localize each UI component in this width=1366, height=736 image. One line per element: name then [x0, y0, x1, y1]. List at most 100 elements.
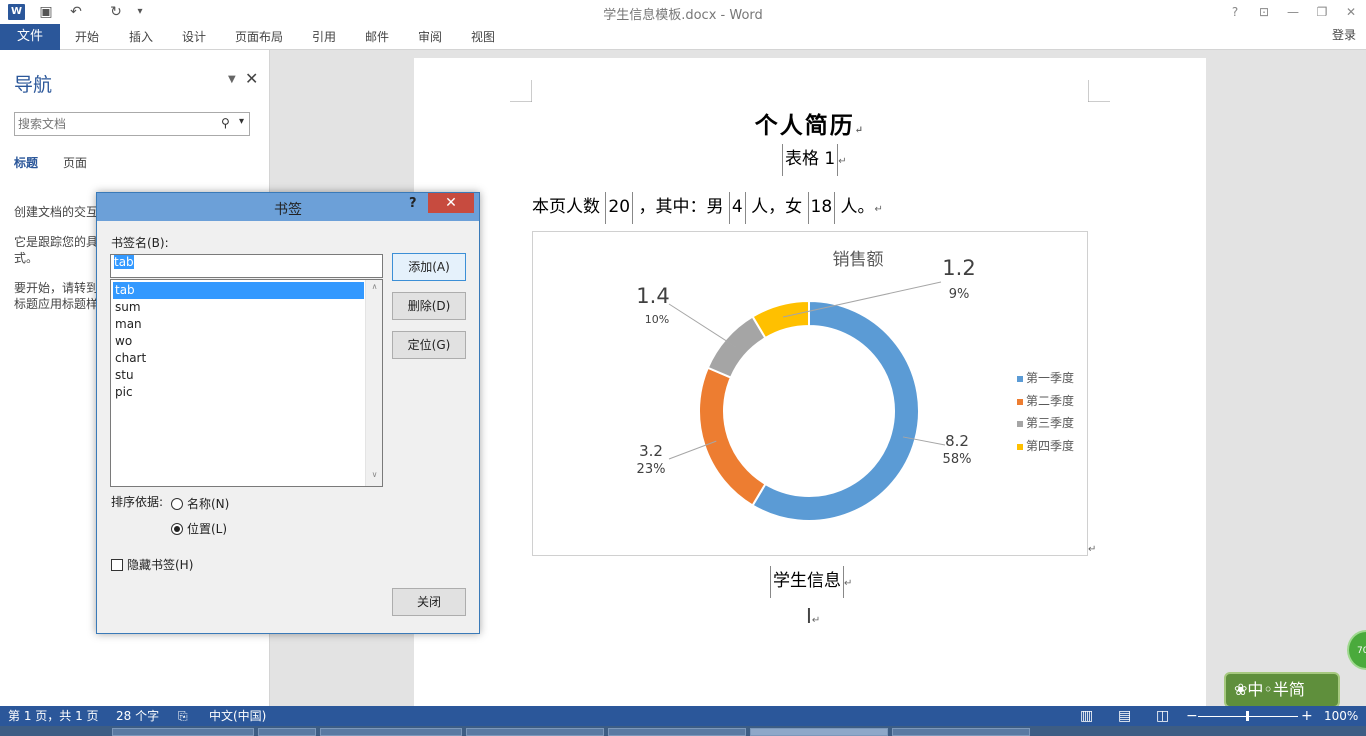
- count-prefix: 本页人数: [532, 197, 606, 217]
- chart-area[interactable]: 销售额 8.2 58% 3.2 23% 1.4 10% 1.2 9% 第一季度 …: [532, 231, 1088, 556]
- help-icon[interactable]: ?: [1224, 3, 1246, 21]
- zoom-in-button[interactable]: +: [1301, 706, 1313, 726]
- chart-para-mark: ↵: [1088, 544, 1097, 555]
- tab-review[interactable]: 审阅: [418, 24, 442, 50]
- search-dropdown-icon[interactable]: ▾: [239, 116, 244, 127]
- male-count: 4: [728, 192, 746, 224]
- close-window-button[interactable]: ✕: [1340, 3, 1362, 21]
- tab-view[interactable]: 视图: [471, 24, 495, 50]
- tab-mailings[interactable]: 邮件: [365, 24, 389, 50]
- margin-corner-top-right: [1088, 80, 1110, 102]
- scroll-down-icon[interactable]: ∨: [366, 470, 383, 479]
- hide-bookmarks-checkbox[interactable]: 隐藏书签(H): [111, 556, 193, 573]
- signin-link[interactable]: 登录: [1332, 24, 1356, 46]
- bookmark-item-stu[interactable]: stu: [113, 367, 364, 384]
- bookmark-item-sum[interactable]: sum: [113, 299, 364, 316]
- title-bar: W ▣ ↶ ↻ ▾ 学生信息模板.docx - Word ? ⊡ — ❐ ✕: [0, 0, 1366, 24]
- donut-slice-4[interactable]: [751, 299, 810, 340]
- tab-references[interactable]: 引用: [312, 24, 336, 50]
- add-button[interactable]: 添加(A): [392, 253, 466, 281]
- nav-search-box[interactable]: ⚲ ▾: [14, 112, 250, 136]
- dialog-help-icon[interactable]: ?: [409, 196, 417, 211]
- bookmark-text: 表格 1: [782, 144, 839, 176]
- data-label-percent-q2: 23%: [636, 462, 666, 477]
- donut-slice-2[interactable]: [698, 366, 767, 507]
- bookmark-item-man[interactable]: man: [113, 316, 364, 333]
- nav-close-icon[interactable]: ✕: [245, 69, 258, 88]
- legend-item-q2: 第二季度: [1017, 392, 1074, 409]
- bookmark-item-tab[interactable]: tab: [113, 282, 364, 299]
- sort-by-name-radio[interactable]: 名称(N): [171, 495, 229, 512]
- dialog-close-icon[interactable]: ✕: [428, 193, 474, 213]
- count-mid-1: ，其中：男: [633, 197, 729, 217]
- bookmark-name-input[interactable]: tab: [110, 254, 383, 278]
- status-bar: 第 1 页，共 1 页 28 个字 ⎘ 中文(中国) ▥ ▤ ◫ − + 100…: [0, 706, 1366, 726]
- document-heading: 个人简历↵: [754, 112, 866, 139]
- close-dialog-button[interactable]: 关闭: [392, 588, 466, 616]
- taskbar-item[interactable]: [112, 728, 254, 736]
- nav-options-icon[interactable]: ▼: [228, 74, 236, 85]
- document-page[interactable]: 个人简历↵ 表格 1 ↵ 本页人数 20 ，其中：男 4 人，女 18 人。↵ 销…: [414, 58, 1206, 718]
- restore-button[interactable]: ❐: [1311, 3, 1333, 21]
- web-layout-icon[interactable]: ◫: [1156, 706, 1169, 726]
- donut-slice-3[interactable]: [706, 315, 767, 379]
- minimize-button[interactable]: —: [1282, 3, 1304, 21]
- bookmark-item-chart[interactable]: chart: [113, 350, 364, 367]
- sort-by-label: 排序依据:: [111, 495, 164, 509]
- data-label-percent-q3: 10%: [644, 313, 670, 326]
- dialog-titlebar[interactable]: 书签 ? ✕: [97, 193, 479, 221]
- tab-design[interactable]: 设计: [182, 24, 206, 50]
- delete-button[interactable]: 删除(D): [392, 292, 466, 320]
- print-layout-icon[interactable]: ▤: [1118, 706, 1131, 726]
- ime-toolbar[interactable]: ❀中◦半简: [1224, 672, 1340, 708]
- zoom-slider-thumb[interactable]: [1246, 711, 1249, 721]
- tab-insert[interactable]: 插入: [129, 24, 153, 50]
- bookmark-list-scrollbar[interactable]: ∧ ∨: [365, 280, 382, 486]
- language-indicator[interactable]: 中文(中国): [209, 706, 266, 726]
- tab-home[interactable]: 开始: [75, 24, 99, 50]
- bookmark-item-wo[interactable]: wo: [113, 333, 364, 350]
- bookmark-dialog: 书签 ? ✕ 书签名(B): tab tab sum man wo chart …: [96, 192, 480, 634]
- bookmark-name-label: 书签名(B):: [111, 236, 169, 250]
- taskbar-item[interactable]: [466, 728, 604, 736]
- legend-item-q3: 第三季度: [1017, 414, 1074, 431]
- data-label-percent-q4: 9%: [948, 287, 970, 302]
- taskbar-item[interactable]: [320, 728, 462, 736]
- workspace: 导航 ▼ ✕ ⚲ ▾ 标题 页面 创建文档的交互 它是跟踪您的具 式。 要开始，…: [0, 50, 1366, 718]
- zoom-level[interactable]: 100%: [1324, 706, 1358, 726]
- nav-tab-pages[interactable]: 页面: [63, 154, 87, 171]
- taskbar-item[interactable]: [892, 728, 1030, 736]
- nav-search-input[interactable]: [15, 113, 215, 135]
- ribbon-display-icon[interactable]: ⊡: [1253, 3, 1275, 21]
- dialog-title: 书签: [274, 202, 302, 218]
- donut-chart: [668, 281, 946, 522]
- goto-button[interactable]: 定位(G): [392, 331, 466, 359]
- page-count[interactable]: 第 1 页，共 1 页: [8, 706, 99, 726]
- nav-tab-headings[interactable]: 标题: [14, 154, 38, 171]
- data-label-percent-q1: 58%: [942, 452, 972, 467]
- tab-file[interactable]: 文件: [0, 24, 60, 50]
- text-cursor-icon: I↵: [806, 604, 821, 628]
- bookmark-list[interactable]: tab sum man wo chart stu pic ∧ ∨: [110, 279, 383, 487]
- bookmark-item-pic[interactable]: pic: [113, 384, 364, 401]
- data-label-value-q2: 3.2: [639, 442, 663, 460]
- student-info-paragraph: 学生信息 ↵: [770, 566, 852, 598]
- taskbar-item[interactable]: [608, 728, 746, 736]
- search-icon[interactable]: ⚲: [221, 116, 230, 130]
- total-count: 20: [605, 192, 634, 224]
- word-count[interactable]: 28 个字: [116, 706, 159, 726]
- tab-page-layout[interactable]: 页面布局: [235, 24, 283, 50]
- ribbon-tabs: 文件 开始 插入 设计 页面布局 引用 邮件 审阅 视图 登录: [0, 24, 1366, 50]
- leader-line-4: [782, 281, 942, 318]
- donut-slice-1[interactable]: [751, 299, 920, 522]
- read-mode-icon[interactable]: ▥: [1080, 706, 1093, 726]
- taskbar-item-active[interactable]: [750, 728, 888, 736]
- data-label-value-q4: 1.2: [942, 256, 976, 280]
- windows-taskbar: [0, 726, 1366, 736]
- sort-by-position-radio[interactable]: 位置(L): [171, 520, 227, 537]
- zoom-out-button[interactable]: −: [1186, 706, 1198, 726]
- taskbar-item[interactable]: [258, 728, 316, 736]
- proofing-icon[interactable]: ⎘: [178, 706, 188, 726]
- female-count: 18: [807, 192, 836, 224]
- scroll-up-icon[interactable]: ∧: [366, 282, 383, 291]
